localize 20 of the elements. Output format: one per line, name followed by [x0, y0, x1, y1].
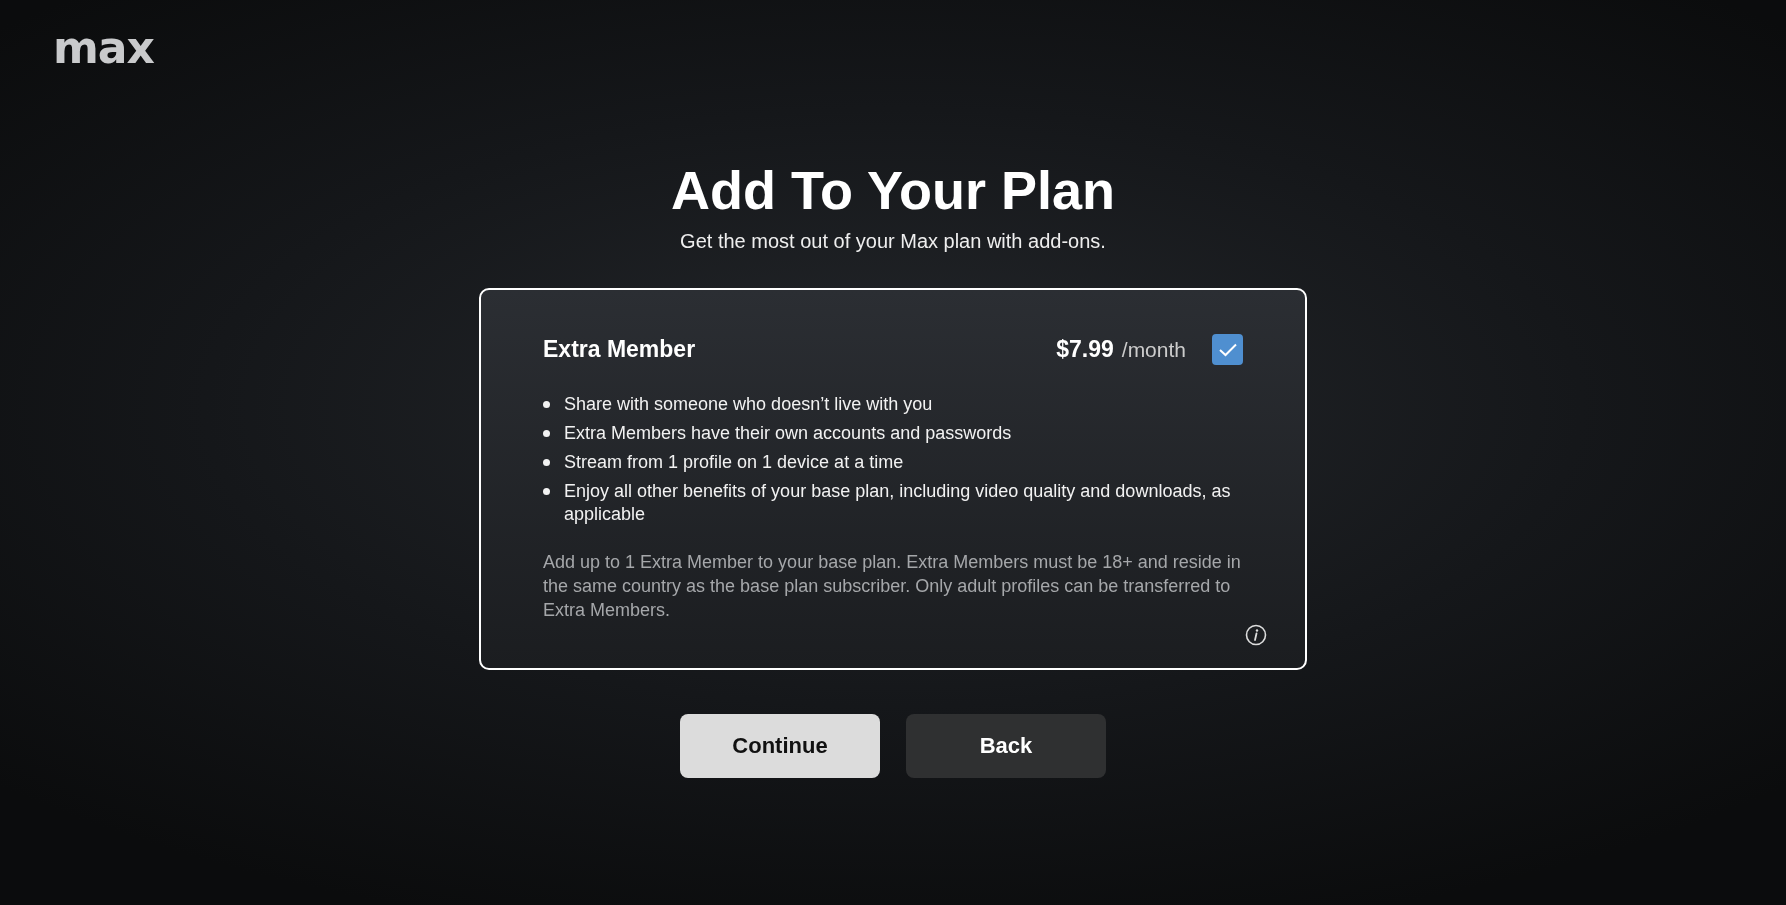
addon-note: Add up to 1 Extra Member to your base plan. Extra Members must be 18+ and reside in the same country as the base plan subscriber. Only adult profiles can be transferred to Extra Members. — [543, 551, 1242, 622]
bullet-icon — [543, 459, 550, 466]
benefit-item: Enjoy all other benefits of your base plan, including video quality and downloads, as applicable — [564, 480, 1232, 526]
info-icon[interactable] — [1245, 624, 1267, 646]
bullet-icon — [543, 488, 550, 495]
benefit-item: Extra Members have their own accounts and passwords — [564, 422, 1012, 445]
benefit-item: Share with someone who doesn’t live with you — [564, 393, 933, 416]
check-icon — [1217, 341, 1238, 358]
benefit-item: Stream from 1 profile on 1 device at a time — [564, 451, 904, 474]
addon-name: Extra Member — [543, 336, 697, 363]
page-title: Add To Your Plan — [671, 159, 1115, 222]
continue-button[interactable]: Continue — [680, 714, 880, 778]
addon-checkbox[interactable] — [1212, 334, 1243, 365]
price-period: /month — [1121, 337, 1186, 362]
bullet-icon — [543, 401, 550, 408]
back-button[interactable]: Back — [906, 714, 1106, 778]
addon-price: $7.99 — [1056, 336, 1114, 363]
bullet-icon — [543, 430, 550, 437]
logo: max — [53, 28, 154, 68]
page-subtitle: Get the most out of your Max plan with add-ons. — [680, 229, 1106, 254]
